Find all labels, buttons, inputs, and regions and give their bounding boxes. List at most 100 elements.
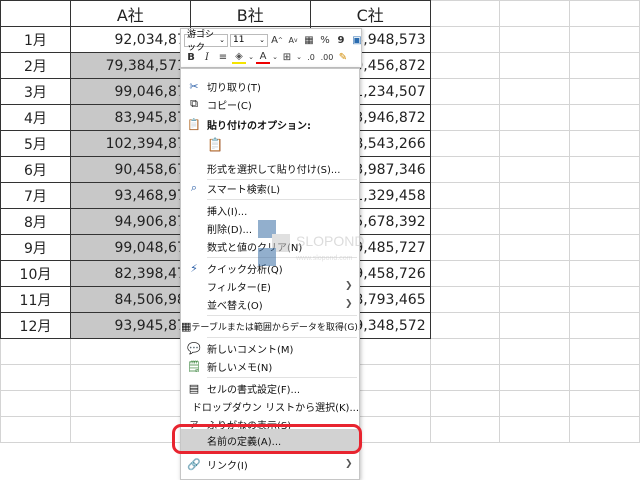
empty-cell[interactable]	[0, 416, 71, 443]
chevron-down-icon[interactable]: ⌄	[272, 50, 278, 64]
empty-cell[interactable]	[569, 104, 640, 131]
empty-cell[interactable]	[499, 52, 571, 79]
decrease-font-button[interactable]: Av	[286, 33, 300, 47]
value-cell-a[interactable]: 102,394,87	[69, 130, 191, 157]
empty-cell[interactable]	[569, 0, 640, 27]
value-cell-a[interactable]: 82,398,47	[69, 260, 191, 287]
empty-cell[interactable]	[429, 390, 501, 417]
empty-cell[interactable]	[569, 234, 640, 261]
empty-cell[interactable]	[429, 208, 501, 235]
empty-cell[interactable]	[569, 52, 640, 79]
empty-cell[interactable]	[429, 104, 501, 131]
empty-cell[interactable]	[569, 156, 640, 183]
comma-style-button[interactable]: 9	[334, 33, 348, 47]
empty-cell[interactable]	[429, 0, 501, 27]
empty-cell[interactable]	[569, 78, 640, 105]
value-cell-a[interactable]: 90,458,67	[69, 156, 191, 183]
column-header-cell[interactable]: B社	[189, 0, 311, 27]
menu-item-new-note[interactable]: 🗒 新しいメモ(N)	[181, 357, 359, 375]
increase-font-button[interactable]: A ^	[270, 33, 284, 47]
empty-cell[interactable]	[429, 26, 501, 53]
value-cell-a[interactable]: 79,384,571	[69, 52, 191, 79]
empty-cell[interactable]	[499, 78, 571, 105]
month-cell[interactable]: 1月	[0, 26, 71, 53]
corner-cell[interactable]	[0, 0, 71, 27]
month-cell[interactable]: 8月	[0, 208, 71, 235]
empty-cell[interactable]	[569, 364, 640, 391]
empty-cell[interactable]	[69, 390, 191, 417]
empty-cell[interactable]	[0, 390, 71, 417]
value-cell-a[interactable]: 93,945,87	[69, 312, 191, 339]
empty-cell[interactable]	[569, 182, 640, 209]
month-cell[interactable]: 6月	[0, 156, 71, 183]
column-header-cell[interactable]: A社	[69, 0, 191, 27]
empty-cell[interactable]	[499, 416, 571, 443]
menu-item-copy[interactable]: ⧉ コピー(C)	[181, 95, 359, 113]
menu-item-dropdown-list[interactable]: ドロップダウン リストから選択(K)...	[181, 397, 359, 415]
month-cell[interactable]: 11月	[0, 286, 71, 313]
empty-cell[interactable]	[499, 390, 571, 417]
empty-cell[interactable]	[429, 130, 501, 157]
value-cell-a[interactable]: 93,468,97	[69, 182, 191, 209]
increase-decimal-icon[interactable]: .0	[304, 50, 318, 64]
month-cell[interactable]: 9月	[0, 234, 71, 261]
value-cell-a[interactable]: 83,945,87	[69, 104, 191, 131]
empty-cell[interactable]	[499, 26, 571, 53]
paste-option-values[interactable]: 📋	[181, 133, 359, 157]
menu-item-link[interactable]: 🔗 リンク(I) ❯	[181, 455, 359, 473]
empty-cell[interactable]	[569, 286, 640, 313]
empty-cell[interactable]	[569, 416, 640, 443]
empty-cell[interactable]	[569, 390, 640, 417]
empty-cell[interactable]	[499, 0, 571, 27]
menu-item-paste-special[interactable]: 形式を選択して貼り付け(S)...	[181, 159, 359, 177]
empty-cell[interactable]	[429, 52, 501, 79]
chevron-down-icon[interactable]: ⌄	[296, 50, 302, 64]
fill-color-icon[interactable]: ◈	[232, 51, 246, 64]
menu-item-cut[interactable]: ✂ 切り取り(T)	[181, 77, 359, 95]
month-cell[interactable]: 2月	[0, 52, 71, 79]
font-color-icon[interactable]: A	[256, 51, 270, 64]
decrease-decimal-icon[interactable]: .00	[320, 50, 334, 64]
empty-cell[interactable]	[569, 260, 640, 287]
menu-item-new-comment[interactable]: 💬 新しいコメント(M)	[181, 339, 359, 357]
italic-button[interactable]: I	[200, 50, 214, 64]
empty-cell[interactable]	[499, 234, 571, 261]
empty-cell[interactable]	[429, 416, 501, 443]
empty-cell[interactable]	[569, 312, 640, 339]
menu-item-smart-lookup[interactable]: ⌕ スマート検索(L)	[181, 179, 359, 197]
menu-item-get-data[interactable]: ▦ テーブルまたは範囲からデータを取得(G)...	[181, 317, 359, 335]
table-style-icon[interactable]: ▣	[350, 33, 364, 47]
number-format-icon[interactable]: ▦	[302, 33, 316, 47]
align-center-icon[interactable]: ≡	[216, 50, 230, 64]
empty-cell[interactable]	[499, 130, 571, 157]
empty-cell[interactable]	[429, 286, 501, 313]
empty-cell[interactable]	[499, 182, 571, 209]
percent-button[interactable]: %	[318, 33, 332, 47]
empty-cell[interactable]	[499, 104, 571, 131]
month-cell[interactable]: 4月	[0, 104, 71, 131]
empty-cell[interactable]	[0, 338, 71, 365]
empty-cell[interactable]	[569, 26, 640, 53]
empty-cell[interactable]	[69, 338, 191, 365]
borders-icon[interactable]: ⊞	[280, 50, 294, 64]
empty-cell[interactable]	[429, 364, 501, 391]
menu-item-format-cells[interactable]: ▤ セルの書式設定(F)...	[181, 379, 359, 397]
empty-cell[interactable]	[429, 260, 501, 287]
empty-cell[interactable]	[429, 78, 501, 105]
empty-cell[interactable]	[499, 156, 571, 183]
empty-cell[interactable]	[69, 364, 191, 391]
menu-item-sort[interactable]: 並べ替え(O) ❯	[181, 295, 359, 313]
font-size-box[interactable]: 11 ⌄	[230, 33, 268, 47]
value-cell-a[interactable]: 84,506,98	[69, 286, 191, 313]
value-cell-a[interactable]: 92,034,87	[69, 26, 191, 53]
empty-cell[interactable]	[499, 312, 571, 339]
empty-cell[interactable]	[569, 208, 640, 235]
column-header-cell[interactable]: C社	[309, 0, 431, 27]
empty-cell[interactable]	[429, 156, 501, 183]
empty-cell[interactable]	[499, 286, 571, 313]
empty-cell[interactable]	[499, 208, 571, 235]
empty-cell[interactable]	[429, 312, 501, 339]
month-cell[interactable]: 7月	[0, 182, 71, 209]
empty-cell[interactable]	[499, 338, 571, 365]
month-cell[interactable]: 5月	[0, 130, 71, 157]
